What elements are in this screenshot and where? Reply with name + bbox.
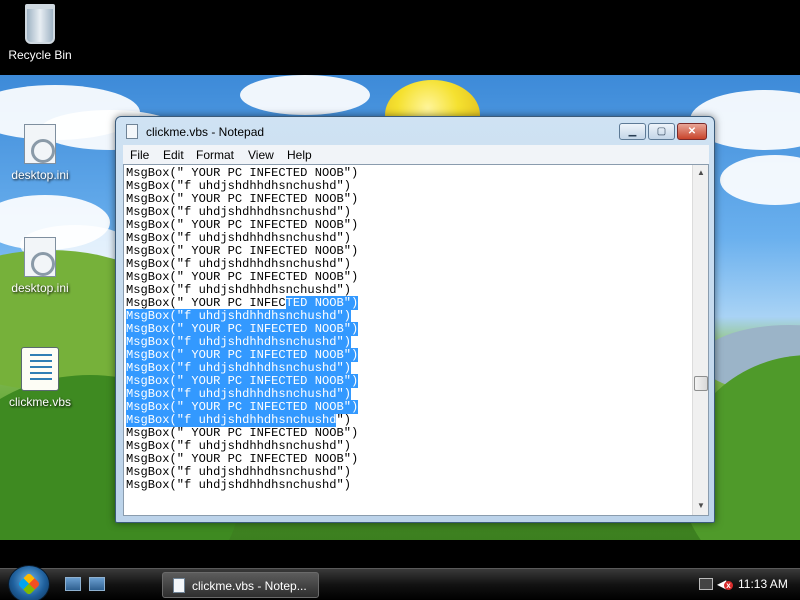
clock[interactable]: 11:13 AM (738, 577, 788, 591)
selected-text: MsgBox("f uhdjshdhhdhsnchushd") (126, 387, 351, 401)
minimize-button[interactable]: ▁ (619, 123, 646, 140)
line-text: MsgBox("f uhdjshdhhdhsnchushd") (126, 205, 351, 219)
network-icon[interactable] (699, 578, 713, 590)
cloud (720, 155, 800, 205)
recycle-bin-icon (25, 4, 55, 44)
title-bar[interactable]: clickme.vbs - Notepad ▁ ▢ ✕ (116, 117, 714, 145)
notepad-window[interactable]: clickme.vbs - Notepad ▁ ▢ ✕ File Edit Fo… (115, 116, 715, 523)
switch-windows-icon[interactable] (89, 577, 105, 591)
selected-text: MsgBox(" YOUR PC INFECTED NOOB") (126, 348, 359, 362)
ini-file-icon (24, 124, 56, 164)
start-orb-icon[interactable] (8, 565, 50, 600)
desktop-icon-desktop-ini-2[interactable]: desktop.ini (0, 237, 80, 295)
menu-edit[interactable]: Edit (163, 148, 184, 162)
taskbar-item-label: clickme.vbs - Notep... (192, 579, 307, 593)
menu-format[interactable]: Format (196, 148, 234, 162)
window-title: clickme.vbs - Notepad (146, 125, 265, 139)
line-text: MsgBox("f uhdjshdhhdhsnchushd") (126, 179, 351, 193)
line-text: MsgBox(" YOUR PC INFECTED NOOB") (126, 452, 359, 466)
notepad-icon (173, 578, 185, 593)
line-text: MsgBox("f uhdjshdhhdhsnchushd") (126, 439, 351, 453)
desktop-icon-clickme-vbs[interactable]: clickme.vbs (0, 347, 80, 409)
menu-file[interactable]: File (130, 148, 149, 162)
desktop-icon-label: desktop.ini (11, 168, 69, 182)
menu-help[interactable]: Help (287, 148, 312, 162)
show-desktop-icon[interactable] (65, 577, 81, 591)
desktop-icon-label: desktop.ini (11, 281, 69, 295)
selected-text: MsgBox("f uhdjshdhhdhsnchushd") (126, 361, 351, 375)
line-text: MsgBox(" YOUR PC INFEC (126, 296, 286, 310)
vertical-scrollbar[interactable]: ▲ ▼ (692, 165, 708, 515)
line-text: MsgBox("f uhdjshdhhdhsnchushd") (126, 231, 351, 245)
line-text: MsgBox("f uhdjshdhhdhsnchushd") (126, 257, 351, 271)
line-text: MsgBox(" YOUR PC INFECTED NOOB") (126, 244, 359, 258)
scroll-up-arrow-icon[interactable]: ▲ (693, 165, 708, 181)
scroll-down-arrow-icon[interactable]: ▼ (693, 498, 708, 514)
menu-bar: File Edit Format View Help (123, 145, 709, 164)
ini-file-icon (24, 237, 56, 277)
selected-text: MsgBox("f uhdjshdhhdhsnchushd") (126, 309, 351, 323)
selected-text: MsgBox("f uhdjshdhhdhsnchushd") (126, 335, 351, 349)
vbs-script-icon (21, 347, 59, 391)
desktop-icon-recycle-bin[interactable]: Recycle Bin (0, 4, 80, 62)
editor-line[interactable]: MsgBox("f uhdjshdhhdhsnchushd") (126, 479, 691, 492)
desktop-icon-label: clickme.vbs (8, 395, 71, 409)
mute-badge: x (724, 581, 733, 590)
selected-text: MsgBox("f uhdjshdhhdhsnchushd (126, 413, 337, 427)
taskbar: clickme.vbs - Notep... ◀ x 11:13 AM (0, 565, 800, 600)
line-text: MsgBox(" YOUR PC INFECTED NOOB") (126, 270, 359, 284)
selected-text: MsgBox(" YOUR PC INFECTED NOOB") (126, 374, 359, 388)
selected-text: MsgBox(" YOUR PC INFECTED NOOB") (126, 322, 359, 336)
selected-text: TED NOOB") (285, 296, 359, 310)
notepad-icon (126, 124, 138, 139)
maximize-button[interactable]: ▢ (648, 123, 675, 140)
selected-text: MsgBox(" YOUR PC INFECTED NOOB") (126, 400, 359, 414)
menu-view[interactable]: View (248, 148, 274, 162)
screen-top-band (0, 0, 800, 75)
desktop-icon-desktop-ini-1[interactable]: desktop.ini (0, 124, 80, 182)
line-text: MsgBox("f uhdjshdhhdhsnchushd") (126, 478, 351, 492)
desktop-icon-label: Recycle Bin (8, 48, 72, 62)
line-text: MsgBox(" YOUR PC INFECTED NOOB") (126, 192, 359, 206)
line-text: MsgBox("f uhdjshdhhdhsnchushd") (126, 465, 351, 479)
taskbar-item-notepad[interactable]: clickme.vbs - Notep... (162, 572, 319, 598)
line-text: MsgBox("f uhdjshdhhdhsnchushd") (126, 283, 351, 297)
line-text: MsgBox(" YOUR PC INFECTED NOOB") (126, 218, 359, 232)
close-button[interactable]: ✕ (677, 123, 707, 140)
screen-bottom-band (0, 540, 800, 568)
line-text: MsgBox(" YOUR PC INFECTED NOOB") (126, 426, 359, 440)
cloud (240, 75, 370, 115)
line-text: MsgBox(" YOUR PC INFECTED NOOB") (126, 166, 359, 180)
line-text: ") (336, 413, 351, 427)
text-editor[interactable]: MsgBox(" YOUR PC INFECTED NOOB") MsgBox("… (123, 164, 709, 516)
scrollbar-thumb[interactable] (694, 376, 708, 391)
editor-text-area[interactable]: MsgBox(" YOUR PC INFECTED NOOB") MsgBox("… (126, 167, 691, 513)
